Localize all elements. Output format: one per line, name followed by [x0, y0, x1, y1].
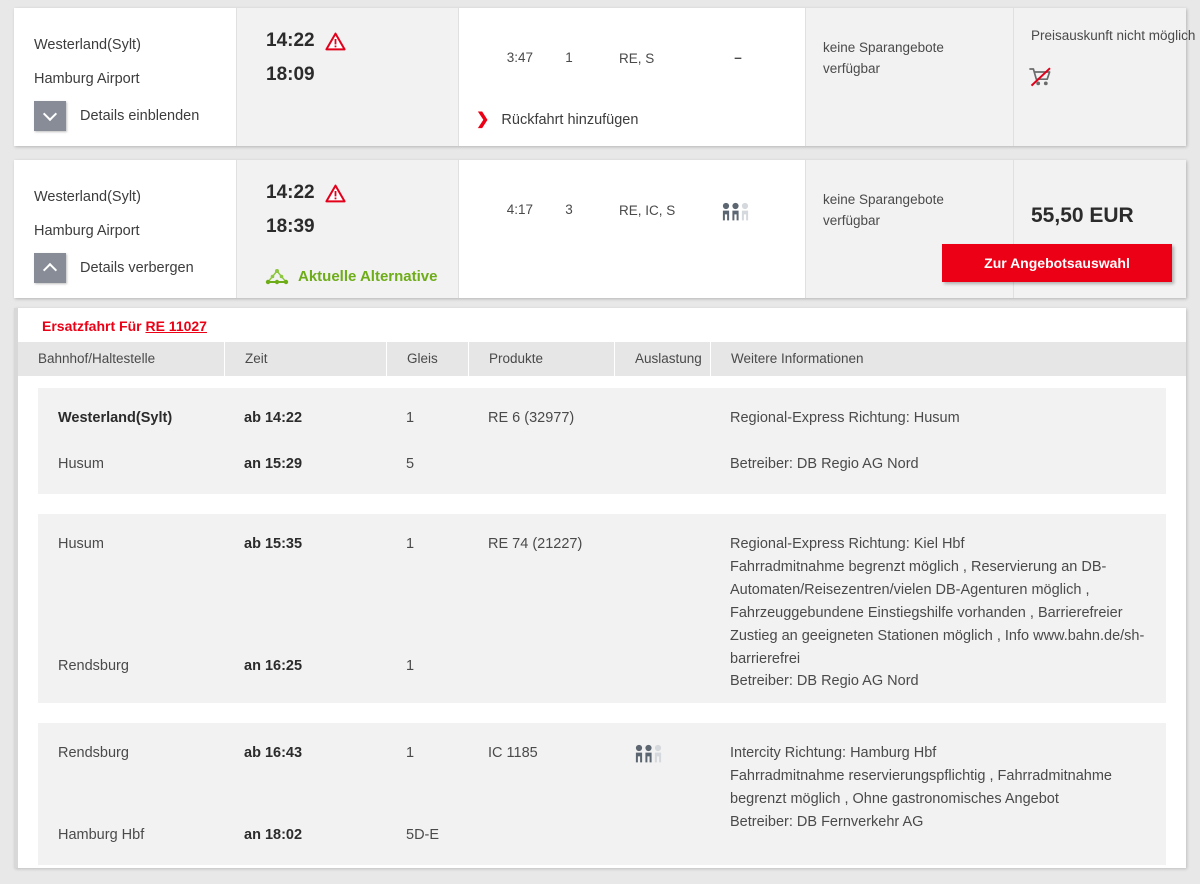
leg-departure-track: 1 — [406, 410, 415, 426]
leg-arrival-time: an 18:02 — [244, 827, 303, 844]
price-unavailable-text: Preisauskunft nicht möglich — [1031, 28, 1196, 43]
connection-2-stations: Westerland(Sylt) Hamburg Airport Details… — [14, 160, 236, 298]
occupancy-three-persons-icon — [695, 202, 781, 224]
arrival-station: Hamburg Airport — [34, 71, 140, 87]
occupancy-none: – — [734, 50, 742, 65]
details-show-toggle[interactable]: Details einblenden — [34, 101, 199, 131]
column-header-products: Produkte — [468, 342, 614, 376]
leg-departure-track: 1 — [406, 745, 415, 762]
leg-info-operator: Betreiber: DB Regio AG Nord — [730, 456, 919, 472]
warning-triangle-icon[interactable] — [325, 32, 346, 51]
add-return-trip-link[interactable]: ❯ Rückfahrt hinzufügen — [476, 111, 639, 129]
replacement-train-link[interactable]: RE 11027 — [145, 318, 207, 334]
column-header-time: Zeit — [224, 342, 386, 376]
duration: 3:47 — [506, 50, 533, 65]
changes-count: 1 — [565, 50, 573, 65]
leg-info-operator: Betreiber: DB Fernverkehr AG — [730, 814, 924, 831]
arrival-time-row: 18:09 — [266, 64, 315, 86]
connection-card-1[interactable]: Westerland(Sylt) Hamburg Airport Details… — [14, 8, 1195, 146]
leg-from-station: Husum — [58, 536, 104, 552]
leg-product: IC 1185 — [488, 745, 538, 762]
departure-time-row: 14:22 — [266, 30, 346, 52]
leg-info-operator: Betreiber: DB Regio AG Nord — [730, 673, 919, 690]
connection-1-stations: Westerland(Sylt) Hamburg Airport Details… — [14, 8, 236, 146]
leg-arrival-track: 5 — [406, 456, 415, 472]
current-alternative-note: Aktuelle Alternative — [264, 268, 438, 285]
leg-arrival-track: 5D-E — [406, 827, 440, 844]
leg-info-direction: Intercity Richtung: Hamburg Hbf — [730, 745, 937, 762]
current-alternative-label: Aktuelle Alternative — [298, 268, 438, 285]
leg-departure-track: 1 — [406, 536, 415, 552]
leg-to-station: Husum — [58, 456, 104, 472]
connection-1-saver: keine Sparangebote verfügbar — [805, 8, 1013, 146]
replacement-service-note: Ersatzfahrt Für RE 11027 — [18, 308, 1186, 342]
connection-2-times: 14:22 18:39 Aktuelle Alternative — [236, 160, 458, 298]
departure-time: 14:22 — [266, 30, 315, 51]
products: RE, S — [619, 51, 655, 66]
column-header-station: Bahnhof/Haltestelle — [38, 351, 156, 366]
arrival-time-row: 18:39 — [266, 216, 315, 238]
leg-product: RE 74 (21227) — [488, 536, 583, 552]
leg-occupancy — [614, 524, 710, 693]
connection-card-2[interactable]: Westerland(Sylt) Hamburg Airport Details… — [14, 160, 1186, 298]
detail-table-header: Bahnhof/Haltestelle Zeit Gleis Produkte … — [18, 342, 1186, 376]
occupancy-three-persons-icon — [614, 733, 710, 855]
duration: 4:17 — [506, 202, 533, 217]
table-row: Rendsburg Hamburg Hbf ab 16:43 an 18:02 … — [38, 723, 1166, 866]
add-return-trip-label: Rückfahrt hinzufügen — [501, 112, 639, 128]
leg-from-station: Westerland(Sylt) — [58, 410, 173, 426]
leg-info-direction: Regional-Express Richtung: Kiel Hbf — [730, 536, 965, 552]
leg-departure-time: ab 14:22 — [244, 410, 303, 426]
warning-triangle-icon[interactable] — [325, 184, 346, 203]
leg-info-direction: Regional-Express Richtung: Husum — [730, 410, 960, 426]
chevron-up-icon[interactable] — [34, 253, 66, 283]
leg-departure-time: ab 15:35 — [244, 536, 303, 552]
details-toggle-label: Details verbergen — [80, 260, 194, 276]
price-amount: 55,50 EUR — [1031, 204, 1134, 227]
replacement-prefix: Ersatzfahrt Für — [42, 318, 146, 334]
chevron-right-icon: ❯ — [476, 111, 490, 128]
route-network-icon — [264, 268, 290, 285]
departure-station: Westerland(Sylt) — [34, 37, 141, 53]
leg-arrival-time: an 15:29 — [244, 456, 303, 472]
connection-2-trip: 4:17 3 RE, IC, S — [458, 160, 805, 298]
departure-station: Westerland(Sylt) — [34, 189, 141, 205]
offer-selection-button[interactable]: Zur Angebotsauswahl — [942, 244, 1172, 282]
detail-legs-list: Westerland(Sylt) Husum ab 14:22 an 15:29… — [18, 376, 1186, 866]
leg-to-station: Hamburg Hbf — [58, 827, 145, 844]
leg-occupancy — [614, 398, 710, 484]
column-header-track: Gleis — [386, 342, 468, 376]
chevron-down-icon[interactable] — [34, 101, 66, 131]
connection-2-price: 55,50 EUR Zur Angebotsauswahl — [942, 160, 1186, 298]
cart-unavailable-icon[interactable] — [1029, 66, 1053, 88]
column-header-info: Weitere Informationen — [710, 342, 1186, 376]
products: RE, IC, S — [619, 203, 676, 218]
arrival-time: 18:09 — [266, 64, 315, 85]
saver-offer-text: keine Sparangebote verfügbar — [823, 192, 944, 228]
travel-results-page: Westerland(Sylt) Hamburg Airport Details… — [0, 0, 1200, 884]
leg-arrival-time: an 16:25 — [244, 658, 303, 674]
departure-time: 14:22 — [266, 182, 315, 203]
connection-1-times: 14:22 18:09 — [236, 8, 458, 146]
details-hide-toggle[interactable]: Details verbergen — [34, 253, 194, 283]
saver-offer-text: keine Sparangebote verfügbar — [823, 40, 944, 76]
details-toggle-label: Details einblenden — [80, 108, 200, 124]
arrival-time: 18:39 — [266, 216, 315, 237]
connection-1-price: Preisauskunft nicht möglich — [1013, 8, 1195, 146]
connection-detail-panel: Ersatzfahrt Für RE 11027 Bahnhof/Haltest… — [14, 308, 1186, 868]
leg-info-attributes: Fahrradmitnahme reservierungspflichtig ,… — [730, 768, 1112, 808]
column-header-occupancy: Auslastung — [614, 342, 710, 376]
leg-from-station: Rendsburg — [58, 745, 129, 762]
leg-departure-time: ab 16:43 — [244, 745, 303, 762]
leg-arrival-track: 1 — [406, 658, 415, 674]
changes-count: 3 — [565, 202, 573, 217]
table-row: Husum Rendsburg ab 15:35 an 16:25 1 1 RE… — [38, 514, 1166, 704]
arrival-station: Hamburg Airport — [34, 223, 140, 239]
leg-to-station: Rendsburg — [58, 658, 129, 674]
leg-product: RE 6 (32977) — [488, 410, 575, 426]
leg-info-attributes: Fahrradmitnahme begrenzt möglich , Reser… — [730, 558, 1145, 667]
connection-1-trip: 3:47 1 RE, S – ❯ Rückfahrt hinzufügen — [458, 8, 805, 146]
departure-time-row: 14:22 — [266, 182, 346, 204]
table-row: Westerland(Sylt) Husum ab 14:22 an 15:29… — [38, 388, 1166, 494]
